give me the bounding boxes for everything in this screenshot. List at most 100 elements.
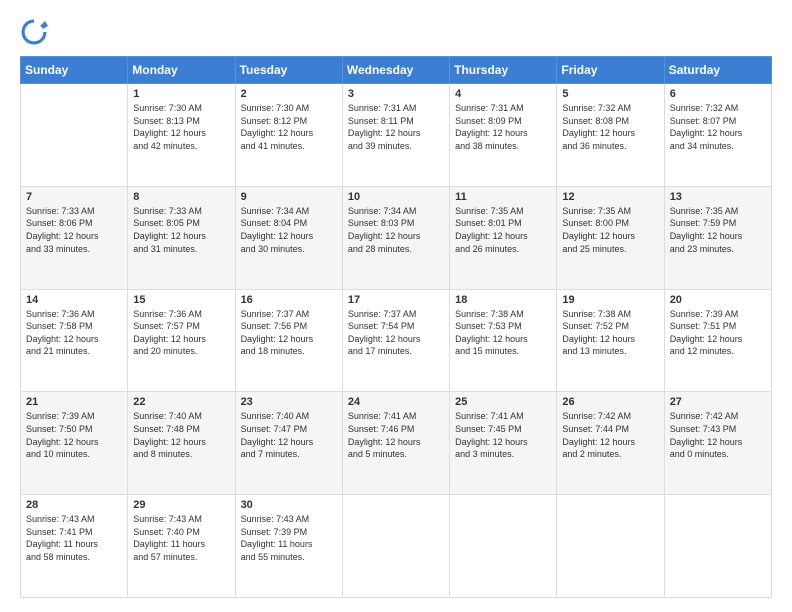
- day-info: Sunrise: 7:36 AM Sunset: 7:58 PM Dayligh…: [26, 308, 122, 358]
- day-info: Sunrise: 7:34 AM Sunset: 8:04 PM Dayligh…: [241, 205, 337, 255]
- calendar-week-5: 28 Sunrise: 7:43 AM Sunset: 7:41 PM Dayli…: [21, 495, 772, 598]
- day-header-saturday: Saturday: [664, 57, 771, 84]
- day-number: 15: [133, 294, 229, 306]
- day-info: Sunrise: 7:30 AM Sunset: 8:13 PM Dayligh…: [133, 102, 229, 152]
- calendar-cell: 7 Sunrise: 7:33 AM Sunset: 8:06 PM Daylig…: [21, 186, 128, 289]
- day-info: Sunrise: 7:38 AM Sunset: 7:52 PM Dayligh…: [562, 308, 658, 358]
- day-number: 5: [562, 88, 658, 100]
- day-number: 24: [348, 396, 444, 408]
- calendar-cell: 24 Sunrise: 7:41 AM Sunset: 7:46 PM Dayli…: [342, 392, 449, 495]
- calendar-cell: 8Sunrise: 7:33 AM Sunset: 8:05 PM Daylig…: [128, 186, 235, 289]
- day-info: Sunrise: 7:35 AM Sunset: 7:59 PM Dayligh…: [670, 205, 766, 255]
- day-number: 12: [562, 191, 658, 203]
- day-info: Sunrise: 7:37 AM Sunset: 7:56 PM Dayligh…: [241, 308, 337, 358]
- calendar-cell: 10 Sunrise: 7:34 AM Sunset: 8:03 PM Dayli…: [342, 186, 449, 289]
- day-number: 16: [241, 294, 337, 306]
- day-number: 22: [133, 396, 229, 408]
- day-number: 9: [241, 191, 337, 203]
- day-info: Sunrise: 7:35 AM Sunset: 8:00 PM Dayligh…: [562, 205, 658, 255]
- calendar-cell: 26Sunrise: 7:42 AM Sunset: 7:44 PM Dayli…: [557, 392, 664, 495]
- calendar-cell: 23 Sunrise: 7:40 AM Sunset: 7:47 PM Dayli…: [235, 392, 342, 495]
- calendar-week-2: 7 Sunrise: 7:33 AM Sunset: 8:06 PM Daylig…: [21, 186, 772, 289]
- day-info: Sunrise: 7:43 AM Sunset: 7:39 PM Dayligh…: [241, 513, 337, 563]
- day-number: 28: [26, 499, 122, 511]
- day-info: Sunrise: 7:42 AM Sunset: 7:44 PM Dayligh…: [562, 410, 658, 460]
- calendar-week-4: 21 Sunrise: 7:39 AM Sunset: 7:50 PM Dayli…: [21, 392, 772, 495]
- day-number: 3: [348, 88, 444, 100]
- calendar-cell: 9 Sunrise: 7:34 AM Sunset: 8:04 PM Daylig…: [235, 186, 342, 289]
- day-header-thursday: Thursday: [450, 57, 557, 84]
- day-number: 21: [26, 396, 122, 408]
- calendar-cell: [342, 495, 449, 598]
- day-header-friday: Friday: [557, 57, 664, 84]
- header: [20, 18, 772, 46]
- calendar-cell: 19 Sunrise: 7:38 AM Sunset: 7:52 PM Dayli…: [557, 289, 664, 392]
- day-number: 14: [26, 294, 122, 306]
- day-number: 19: [562, 294, 658, 306]
- day-info: Sunrise: 7:36 AM Sunset: 7:57 PM Dayligh…: [133, 308, 229, 358]
- day-info: Sunrise: 7:43 AM Sunset: 7:40 PM Dayligh…: [133, 513, 229, 563]
- calendar-cell: 14 Sunrise: 7:36 AM Sunset: 7:58 PM Dayli…: [21, 289, 128, 392]
- calendar-cell: 1 Sunrise: 7:30 AM Sunset: 8:13 PM Daylig…: [128, 84, 235, 187]
- calendar-cell: 2Sunrise: 7:30 AM Sunset: 8:12 PM Daylig…: [235, 84, 342, 187]
- day-number: 4: [455, 88, 551, 100]
- day-number: 20: [670, 294, 766, 306]
- calendar-week-3: 14 Sunrise: 7:36 AM Sunset: 7:58 PM Dayli…: [21, 289, 772, 392]
- day-header-wednesday: Wednesday: [342, 57, 449, 84]
- calendar-cell: 30Sunrise: 7:43 AM Sunset: 7:39 PM Dayli…: [235, 495, 342, 598]
- day-number: 1: [133, 88, 229, 100]
- day-info: Sunrise: 7:31 AM Sunset: 8:11 PM Dayligh…: [348, 102, 444, 152]
- calendar-cell: 15 Sunrise: 7:36 AM Sunset: 7:57 PM Dayli…: [128, 289, 235, 392]
- calendar-cell: 11 Sunrise: 7:35 AM Sunset: 8:01 PM Dayli…: [450, 186, 557, 289]
- day-info: Sunrise: 7:33 AM Sunset: 8:06 PM Dayligh…: [26, 205, 122, 255]
- calendar-cell: 3 Sunrise: 7:31 AM Sunset: 8:11 PM Daylig…: [342, 84, 449, 187]
- day-info: Sunrise: 7:35 AM Sunset: 8:01 PM Dayligh…: [455, 205, 551, 255]
- day-info: Sunrise: 7:34 AM Sunset: 8:03 PM Dayligh…: [348, 205, 444, 255]
- calendar-cell: 17 Sunrise: 7:37 AM Sunset: 7:54 PM Dayli…: [342, 289, 449, 392]
- day-info: Sunrise: 7:39 AM Sunset: 7:50 PM Dayligh…: [26, 410, 122, 460]
- day-header-monday: Monday: [128, 57, 235, 84]
- day-number: 17: [348, 294, 444, 306]
- day-number: 23: [241, 396, 337, 408]
- day-number: 18: [455, 294, 551, 306]
- calendar-cell: 13 Sunrise: 7:35 AM Sunset: 7:59 PM Dayli…: [664, 186, 771, 289]
- logo-icon: [20, 18, 48, 46]
- day-info: Sunrise: 7:41 AM Sunset: 7:46 PM Dayligh…: [348, 410, 444, 460]
- day-info: Sunrise: 7:40 AM Sunset: 7:47 PM Dayligh…: [241, 410, 337, 460]
- calendar-cell: 29 Sunrise: 7:43 AM Sunset: 7:40 PM Dayli…: [128, 495, 235, 598]
- calendar-cell: 5 Sunrise: 7:32 AM Sunset: 8:08 PM Daylig…: [557, 84, 664, 187]
- day-info: Sunrise: 7:33 AM Sunset: 8:05 PM Dayligh…: [133, 205, 229, 255]
- day-info: Sunrise: 7:41 AM Sunset: 7:45 PM Dayligh…: [455, 410, 551, 460]
- day-number: 7: [26, 191, 122, 203]
- day-number: 27: [670, 396, 766, 408]
- calendar-cell: [664, 495, 771, 598]
- day-info: Sunrise: 7:31 AM Sunset: 8:09 PM Dayligh…: [455, 102, 551, 152]
- calendar-cell: [557, 495, 664, 598]
- day-number: 11: [455, 191, 551, 203]
- day-header-sunday: Sunday: [21, 57, 128, 84]
- calendar-week-1: 1 Sunrise: 7:30 AM Sunset: 8:13 PM Daylig…: [21, 84, 772, 187]
- day-info: Sunrise: 7:32 AM Sunset: 8:08 PM Dayligh…: [562, 102, 658, 152]
- day-info: Sunrise: 7:37 AM Sunset: 7:54 PM Dayligh…: [348, 308, 444, 358]
- day-info: Sunrise: 7:32 AM Sunset: 8:07 PM Dayligh…: [670, 102, 766, 152]
- day-number: 10: [348, 191, 444, 203]
- calendar-cell: [450, 495, 557, 598]
- day-number: 13: [670, 191, 766, 203]
- calendar-cell: 4 Sunrise: 7:31 AM Sunset: 8:09 PM Daylig…: [450, 84, 557, 187]
- calendar-cell: 28 Sunrise: 7:43 AM Sunset: 7:41 PM Dayli…: [21, 495, 128, 598]
- page: SundayMondayTuesdayWednesdayThursdayFrid…: [0, 0, 792, 612]
- day-number: 2: [241, 88, 337, 100]
- day-number: 25: [455, 396, 551, 408]
- day-info: Sunrise: 7:43 AM Sunset: 7:41 PM Dayligh…: [26, 513, 122, 563]
- day-info: Sunrise: 7:42 AM Sunset: 7:43 PM Dayligh…: [670, 410, 766, 460]
- calendar-table: SundayMondayTuesdayWednesdayThursdayFrid…: [20, 56, 772, 598]
- day-info: Sunrise: 7:38 AM Sunset: 7:53 PM Dayligh…: [455, 308, 551, 358]
- day-number: 6: [670, 88, 766, 100]
- calendar-cell: 18 Sunrise: 7:38 AM Sunset: 7:53 PM Dayli…: [450, 289, 557, 392]
- calendar-header-row: SundayMondayTuesdayWednesdayThursdayFrid…: [21, 57, 772, 84]
- day-number: 29: [133, 499, 229, 511]
- day-header-tuesday: Tuesday: [235, 57, 342, 84]
- calendar-cell: [21, 84, 128, 187]
- day-info: Sunrise: 7:39 AM Sunset: 7:51 PM Dayligh…: [670, 308, 766, 358]
- calendar-cell: 20 Sunrise: 7:39 AM Sunset: 7:51 PM Dayli…: [664, 289, 771, 392]
